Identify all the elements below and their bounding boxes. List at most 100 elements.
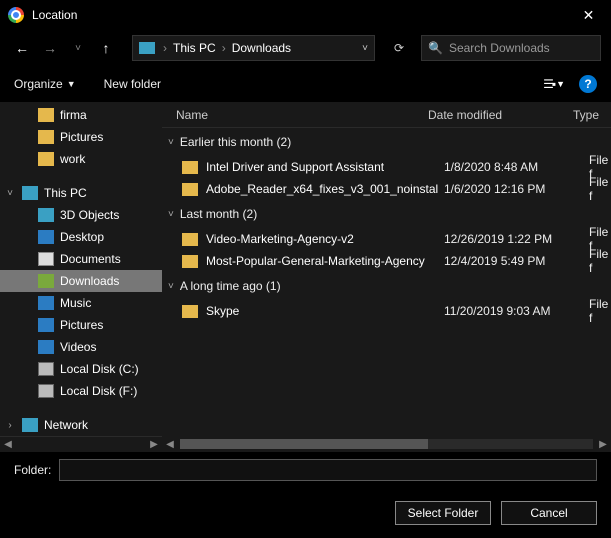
folder-icon (38, 318, 54, 332)
new-folder-button[interactable]: New folder (104, 77, 161, 91)
tree-network[interactable]: ›Network (0, 414, 162, 436)
up-button[interactable]: ↑ (94, 36, 118, 60)
tree-item[interactable]: Documents (0, 248, 162, 270)
scroll-left-icon[interactable]: ◀ (0, 439, 16, 450)
tree-label: Pictures (60, 318, 103, 332)
file-name: Most-Popular-General-Marketing-Agency (206, 254, 444, 268)
file-list: Name Date modified Type ˅Earlier this mo… (162, 102, 611, 452)
file-name: Video-Marketing-Agency-v2 (206, 232, 444, 246)
search-icon: 🔍 (428, 41, 443, 55)
folder-icon (38, 130, 54, 144)
collapse-icon[interactable]: ˅ (4, 188, 16, 199)
forward-button[interactable]: → (38, 36, 62, 60)
tree-item[interactable]: Music (0, 292, 162, 314)
folder-icon (38, 152, 54, 166)
help-button[interactable]: ? (579, 75, 597, 93)
breadcrumb-root[interactable]: This PC (169, 41, 220, 55)
file-date: 1/6/2020 12:16 PM (444, 182, 589, 196)
folder-icon (182, 183, 198, 196)
main-area: firma Pictures work ˅ This PC 3D Objects Deskt… (0, 102, 611, 452)
folder-input[interactable] (59, 459, 597, 481)
address-dropdown[interactable]: ˅ (362, 43, 368, 54)
file-type: File f (589, 297, 611, 325)
folder-icon (38, 362, 54, 376)
search-placeholder: Search Downloads (449, 41, 550, 55)
file-row[interactable]: Skype11/20/2019 9:03 AMFile f (162, 300, 611, 322)
file-name: Adobe_Reader_x64_fixes_v3_001_noinstal (206, 182, 444, 196)
tree-item[interactable]: 3D Objects (0, 204, 162, 226)
file-date: 12/4/2019 5:49 PM (444, 254, 589, 268)
column-type[interactable]: Type (573, 108, 611, 122)
group-label: A long time ago (1) (180, 279, 281, 293)
close-button[interactable]: ✕ (566, 0, 611, 30)
breadcrumb-folder[interactable]: Downloads (228, 41, 295, 55)
tree-item[interactable]: Local Disk (F:) (0, 380, 162, 402)
search-input[interactable]: 🔍 Search Downloads (421, 35, 601, 61)
file-date: 12/26/2019 1:22 PM (444, 232, 589, 246)
scroll-right-icon[interactable]: ▶ (146, 439, 162, 450)
select-folder-button[interactable]: Select Folder (395, 501, 491, 525)
file-date: 11/20/2019 9:03 AM (444, 304, 589, 318)
cancel-button[interactable]: Cancel (501, 501, 597, 525)
chevron-down-icon: ▼ (67, 79, 76, 89)
new-folder-label: New folder (104, 77, 161, 91)
column-name[interactable]: Name (176, 108, 428, 122)
network-icon (22, 418, 38, 432)
expand-icon[interactable]: › (4, 420, 16, 431)
refresh-button[interactable]: ⟳ (385, 35, 413, 61)
tree-label: work (60, 152, 85, 166)
tree-item[interactable]: Pictures (0, 314, 162, 336)
file-row[interactable]: Video-Marketing-Agency-v212/26/2019 1:22… (162, 228, 611, 250)
tree-h-scrollbar[interactable]: ◀ ▶ (0, 436, 162, 452)
chevron-down-icon: ▼ (556, 79, 565, 89)
file-type: File f (589, 175, 611, 203)
tree-label: Pictures (60, 130, 103, 144)
chevron-down-icon: ˅ (168, 209, 174, 220)
file-date: 1/8/2020 8:48 AM (444, 160, 589, 174)
pc-icon (22, 186, 38, 200)
nav-tree: firma Pictures work ˅ This PC 3D Objects Deskt… (0, 102, 162, 452)
folder-icon (38, 108, 54, 122)
address-bar[interactable]: › This PC › Downloads ˅ (132, 35, 375, 61)
tree-item[interactable]: Desktop (0, 226, 162, 248)
view-options-button[interactable]: ☰▪ ▼ (543, 77, 565, 91)
group-label: Earlier this month (2) (180, 135, 291, 149)
folder-icon (182, 161, 198, 174)
column-date[interactable]: Date modified (428, 108, 573, 122)
tree-item[interactable]: Pictures (0, 126, 162, 148)
file-name: Intel Driver and Support Assistant (206, 160, 444, 174)
scroll-thumb[interactable] (180, 439, 428, 449)
file-name: Skype (206, 304, 444, 318)
title-bar: Location ✕ (0, 0, 611, 30)
tree-label: This PC (44, 186, 87, 200)
folder-row: Folder: (0, 452, 611, 488)
file-group-header[interactable]: ˅Earlier this month (2) (162, 128, 611, 156)
folder-icon (38, 340, 54, 354)
organize-menu[interactable]: Organize ▼ (14, 77, 76, 91)
tree-label: Music (60, 296, 91, 310)
tree-item[interactable]: Downloads (0, 270, 162, 292)
tree-this-pc[interactable]: ˅ This PC (0, 182, 162, 204)
chevron-right-icon: › (222, 41, 226, 55)
back-button[interactable]: ← (10, 36, 34, 60)
file-group-header[interactable]: ˅A long time ago (1) (162, 272, 611, 300)
folder-icon (38, 384, 54, 398)
file-group-header[interactable]: ˅Last month (2) (162, 200, 611, 228)
tree-item[interactable]: firma (0, 104, 162, 126)
scroll-right-icon[interactable]: ▶ (595, 439, 611, 450)
file-row[interactable]: Most-Popular-General-Marketing-Agency12/… (162, 250, 611, 272)
files-h-scrollbar[interactable]: ◀ ▶ (162, 436, 611, 452)
file-row[interactable]: Intel Driver and Support Assistant1/8/20… (162, 156, 611, 178)
organize-label: Organize (14, 77, 63, 91)
tree-item[interactable]: Local Disk (C:) (0, 358, 162, 380)
toolbar: Organize ▼ New folder ☰▪ ▼ ? (0, 66, 611, 102)
folder-icon (38, 208, 54, 222)
tree-item[interactable]: Videos (0, 336, 162, 358)
tree-label: firma (60, 108, 87, 122)
tree-item[interactable]: work (0, 148, 162, 170)
recent-dropdown[interactable]: ˅ (66, 36, 90, 60)
list-view-icon: ☰▪ (543, 77, 554, 91)
file-row[interactable]: Adobe_Reader_x64_fixes_v3_001_noinstal1/… (162, 178, 611, 200)
tree-label: 3D Objects (60, 208, 119, 222)
scroll-left-icon[interactable]: ◀ (162, 439, 178, 450)
